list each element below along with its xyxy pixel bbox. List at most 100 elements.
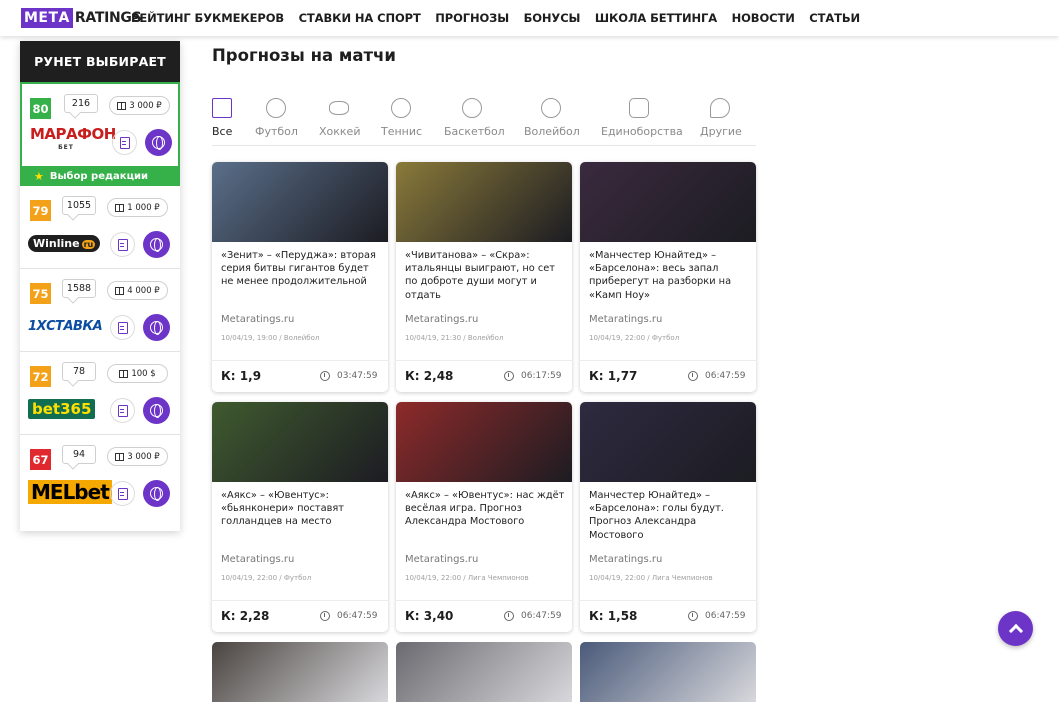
bookmaker-item[interactable]: 75 1588 4 000 ₽ 1XСТАВКА: [20, 269, 180, 352]
gift-icon: [115, 452, 125, 461]
card-meta: 10/04/19, 22:00 / Футбол: [221, 574, 312, 582]
combat-icon: [629, 98, 649, 118]
card-footer: К: 1,77 06:47:59: [580, 360, 756, 392]
website-button[interactable]: [145, 129, 172, 156]
logo-text: Winline: [33, 236, 80, 250]
tab-all[interactable]: Все: [212, 98, 232, 138]
marathon-logo[interactable]: МАРАФОН БЕТ: [30, 127, 116, 155]
tab-tennis[interactable]: Теннис: [381, 98, 422, 138]
card-source: Metaratings.ru: [589, 314, 663, 325]
review-count: 1588: [62, 279, 96, 298]
review-button[interactable]: [110, 315, 135, 340]
prediction-card[interactable]: «Манчестер Юнайтед» – «Барселона»: весь …: [580, 162, 756, 392]
website-button[interactable]: [143, 397, 170, 424]
nav-betting-school[interactable]: ШКОЛА БЕТТИНГА: [595, 11, 717, 25]
logo-text: bet365: [28, 399, 96, 419]
top-header: МЕТА RATINGS РЕЙТИНГ БУКМЕКЕРОВ СТАВКИ Н…: [0, 0, 1059, 36]
bonus-badge[interactable]: 3 000 ₽: [107, 447, 168, 466]
prediction-card[interactable]: «Аякс» – «Ювентус»: нас ждёт весёлая игр…: [396, 402, 572, 632]
tab-other[interactable]: Другие: [700, 98, 742, 138]
card-meta: 10/04/19, 22:00 / Футбол: [589, 334, 680, 342]
melbet-logo[interactable]: MELbet: [28, 478, 112, 506]
card-image[interactable]: [212, 162, 388, 242]
gift-icon: [117, 101, 127, 110]
prediction-card-partial[interactable]: [580, 642, 756, 702]
card-coefficient: К: 2,28: [221, 609, 270, 623]
globe-icon: [150, 487, 163, 501]
card-title[interactable]: «Чивитанова» – «Скра»: итальянцы выиграю…: [405, 249, 565, 302]
bookmaker-item[interactable]: 72 78 100 $ bet365: [20, 352, 180, 435]
editor-choice-bar: ★ Выбор редакции: [20, 166, 180, 186]
tab-combat[interactable]: Единоборства: [601, 98, 683, 138]
card-footer: К: 2,48 06:17:59: [396, 360, 572, 392]
card-title[interactable]: Манчестер Юнайтед» – «Барселона»: голы б…: [589, 489, 749, 542]
bonus-badge[interactable]: 1 000 ₽: [107, 198, 168, 217]
card-image[interactable]: [580, 402, 756, 482]
hockey-icon: [329, 101, 349, 115]
1xstavka-logo[interactable]: 1XСТАВКА: [28, 312, 104, 340]
website-button[interactable]: [143, 231, 170, 258]
card-image[interactable]: [396, 402, 572, 482]
card-image[interactable]: [580, 162, 756, 242]
card-image[interactable]: [212, 402, 388, 482]
bookmaker-item[interactable]: 79 1055 1 000 ₽ Winline ru: [20, 186, 180, 269]
prediction-card[interactable]: «Аякс» – «Ювентус»: «бьянконери» поставя…: [212, 402, 388, 632]
editor-choice-label: Выбор редакции: [49, 170, 149, 182]
prediction-card-partial[interactable]: [212, 642, 388, 702]
card-title[interactable]: «Аякс» – «Ювентус»: «бьянконери» поставя…: [221, 489, 381, 529]
nav-articles[interactable]: СТАТЬИ: [809, 11, 860, 25]
review-button[interactable]: [112, 130, 137, 155]
clock-icon: [504, 371, 514, 381]
logo-sub: БЕТ: [58, 144, 74, 151]
card-coefficient: К: 1,77: [589, 369, 638, 383]
tab-football[interactable]: Футбол: [255, 98, 298, 138]
card-title[interactable]: «Аякс» – «Ювентус»: нас ждёт весёлая игр…: [405, 489, 565, 529]
winline-logo[interactable]: Winline ru: [28, 229, 104, 257]
nav-news[interactable]: НОВОСТИ: [732, 11, 795, 25]
rating-score: 79: [30, 200, 51, 221]
card-source: Metaratings.ru: [405, 554, 479, 565]
scroll-to-top-button[interactable]: [998, 611, 1033, 646]
card-title[interactable]: «Манчестер Юнайтед» – «Барселона»: весь …: [589, 249, 749, 302]
website-button[interactable]: [143, 480, 170, 507]
bet365-logo[interactable]: bet365: [28, 395, 104, 423]
nav-predictions[interactable]: ПРОГНОЗЫ: [435, 11, 509, 25]
card-countdown: 03:47:59: [337, 371, 378, 381]
card-countdown: 06:47:59: [705, 611, 746, 621]
bookmaker-item[interactable]: 80 216 3 000 ₽ МАРАФОН БЕТ: [20, 82, 180, 166]
site-logo[interactable]: МЕТА RATINGS: [21, 7, 142, 28]
review-count: 1055: [62, 196, 96, 215]
card-image[interactable]: [396, 162, 572, 242]
sport-category-tabs: Все Футбол Хоккей Теннис Баскетбол Волей…: [212, 98, 756, 146]
card-meta: 10/04/19, 22:00 / Лига Чемпионов: [589, 574, 713, 582]
bonus-badge[interactable]: 3 000 ₽: [109, 96, 170, 115]
review-button[interactable]: [110, 481, 135, 506]
nav-bonuses[interactable]: БОНУСЫ: [524, 11, 581, 25]
nav-bookmaker-rating[interactable]: РЕЙТИНГ БУКМЕКЕРОВ: [131, 11, 284, 25]
card-title[interactable]: «Зенит» – «Перуджа»: вторая серия битвы …: [221, 249, 381, 289]
globe-icon: [150, 321, 163, 335]
bonus-badge[interactable]: 100 $: [107, 364, 168, 383]
website-button[interactable]: [143, 314, 170, 341]
tab-basketball[interactable]: Баскетбол: [444, 98, 505, 138]
review-count: 78: [62, 362, 96, 381]
tab-label: Другие: [700, 125, 742, 138]
nav-sports-betting[interactable]: СТАВКИ НА СПОРТ: [299, 11, 421, 25]
bookmaker-item[interactable]: 67 94 3 000 ₽ MELbet: [20, 435, 180, 518]
logo-sub: ru: [81, 239, 96, 249]
prediction-card-partial[interactable]: [396, 642, 572, 702]
document-icon: [119, 136, 130, 149]
card-meta: 10/04/19, 21:30 / Волейбол: [405, 334, 504, 342]
tab-hockey[interactable]: Хоккей: [319, 98, 360, 138]
review-button[interactable]: [110, 398, 135, 423]
bonus-badge[interactable]: 4 000 ₽: [107, 281, 168, 300]
prediction-card[interactable]: «Чивитанова» – «Скра»: итальянцы выиграю…: [396, 162, 572, 392]
card-source: Metaratings.ru: [589, 554, 663, 565]
prediction-card[interactable]: «Зенит» – «Перуджа»: вторая серия битвы …: [212, 162, 388, 392]
card-footer: К: 1,9 03:47:59: [212, 360, 388, 392]
review-count: 216: [64, 94, 98, 113]
tab-volleyball[interactable]: Волейбол: [524, 98, 580, 138]
review-button[interactable]: [110, 232, 135, 257]
prediction-card[interactable]: Манчестер Юнайтед» – «Барселона»: голы б…: [580, 402, 756, 632]
volleyball-icon: [540, 98, 561, 118]
